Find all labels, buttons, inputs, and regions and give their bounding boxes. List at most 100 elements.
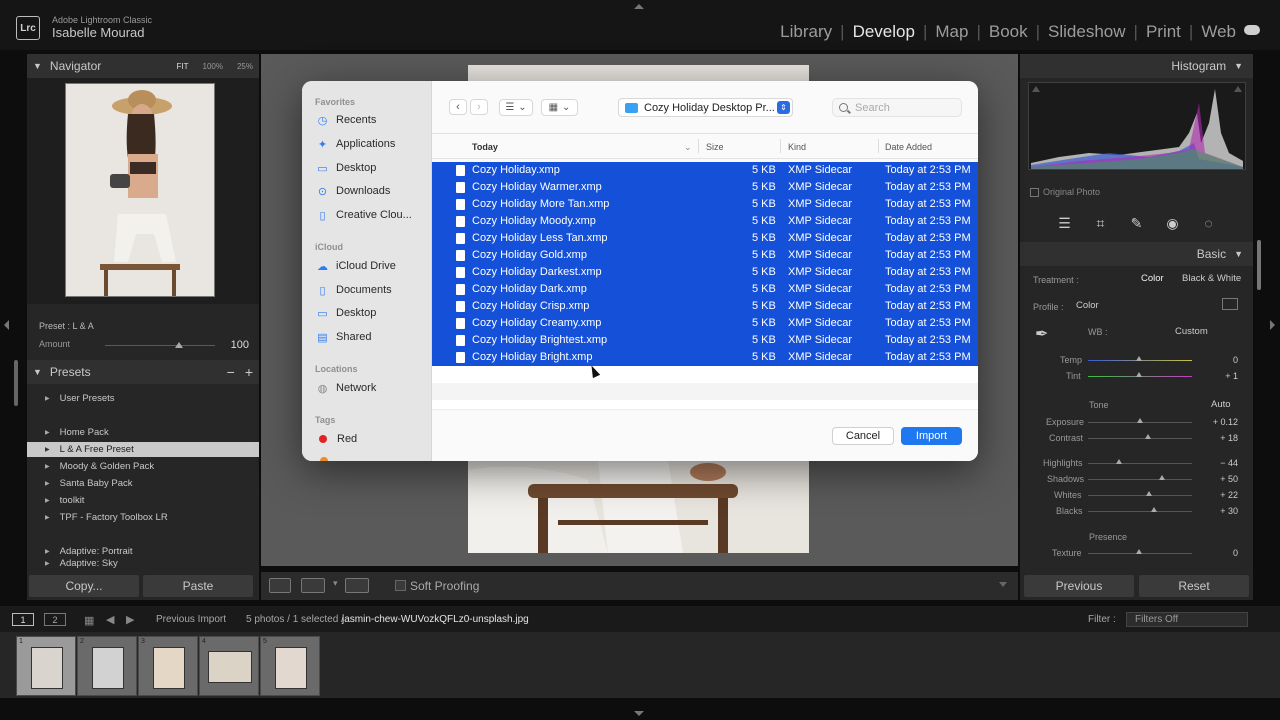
film-thumb-2[interactable]: 2 — [77, 636, 137, 696]
sidebar-item-tag-red[interactable]: Red — [316, 430, 431, 448]
shadow-clipping-icon[interactable] — [1032, 86, 1040, 92]
exposure-value[interactable]: + 0.12 — [1198, 417, 1238, 427]
presets-header[interactable]: ▼ Presets − + — [27, 360, 259, 384]
amount-slider-track[interactable] — [105, 345, 215, 346]
masking-icon[interactable]: ◌ — [1201, 215, 1217, 231]
file-row[interactable]: Cozy Holiday Gold.xmp 5 KB XMP Sidecar Toda… — [432, 247, 978, 264]
file-row[interactable]: Cozy Holiday Warmer.xmp 5 KB XMP Sidecar To… — [432, 179, 978, 196]
sidebar-item-shared[interactable]: ▤ Shared — [316, 328, 431, 346]
file-row[interactable]: Cozy Holiday Less Tan.xmp 5 KB XMP Sidecar… — [432, 230, 978, 247]
module-develop[interactable]: Develop — [845, 22, 923, 42]
chevron-down-icon[interactable]: ▾ — [333, 578, 345, 593]
tint-value[interactable]: + 1 — [1198, 371, 1238, 381]
texture-value[interactable]: 0 — [1198, 548, 1238, 558]
whites-value[interactable]: + 22 — [1198, 490, 1238, 500]
reset-button[interactable]: Reset — [1139, 575, 1249, 597]
chevron-down-icon[interactable]: ⌄ — [684, 142, 692, 153]
profile-select[interactable]: Color — [1076, 300, 1099, 311]
film-thumb-1[interactable]: 1 — [16, 636, 76, 696]
column-size[interactable]: Size — [706, 142, 724, 152]
left-panel-toggle-icon[interactable] — [4, 320, 9, 330]
module-web[interactable]: Web — [1193, 22, 1244, 42]
sidebar-item-icloud-drive[interactable]: ☁ iCloud Drive — [316, 257, 431, 275]
profile-browser-icon[interactable] — [1222, 298, 1238, 310]
film-thumb-5[interactable]: 5 — [260, 636, 320, 696]
left-scrollbar[interactable] — [14, 360, 18, 406]
healing-icon[interactable]: ✎ — [1129, 215, 1145, 231]
file-row[interactable]: Cozy Holiday Moody.xmp 5 KB XMP Sidecar Tod… — [432, 213, 978, 230]
contrast-value[interactable]: + 18 — [1198, 433, 1238, 443]
contrast-slider[interactable] — [1088, 438, 1192, 439]
blacks-value[interactable]: + 30 — [1198, 506, 1238, 516]
column-date-added[interactable]: Date Added — [885, 142, 932, 152]
blacks-slider[interactable] — [1088, 511, 1192, 512]
basic-header[interactable]: Basic ▼ — [1020, 242, 1253, 266]
shadows-slider[interactable] — [1088, 479, 1192, 480]
column-kind[interactable]: Kind — [788, 142, 806, 152]
histogram-header[interactable]: Histogram ▼ — [1020, 54, 1253, 78]
paste-button[interactable]: Paste — [143, 575, 253, 597]
module-print[interactable]: Print — [1138, 22, 1189, 42]
tint-knob[interactable] — [1136, 372, 1142, 377]
module-map[interactable]: Map — [927, 22, 976, 42]
right-panel-toggle-icon[interactable] — [1270, 320, 1275, 330]
navigator-header[interactable]: ▼ Navigator FIT 100% 25% — [27, 54, 259, 78]
module-library[interactable]: Library — [772, 22, 840, 42]
import-button[interactable]: Import — [901, 427, 962, 445]
amount-value[interactable]: 100 — [231, 339, 249, 351]
preset-group-la-free[interactable]: ▶ L & A Free Preset — [27, 442, 259, 457]
preset-group-toolkit[interactable]: ▶ toolkit — [27, 493, 259, 508]
original-photo-toggle[interactable]: Original Photo — [1030, 187, 1100, 197]
column-name[interactable]: Today — [472, 142, 498, 152]
file-row[interactable]: Cozy Holiday Creamy.xmp 5 KB XMP Sidecar To… — [432, 315, 978, 332]
filter-select[interactable]: Filters Off — [1126, 612, 1248, 627]
blacks-knob[interactable] — [1151, 507, 1157, 512]
file-row[interactable]: Cozy Holiday Crisp.xmp 5 KB XMP Sidecar Tod… — [432, 298, 978, 315]
sidebar-item-documents[interactable]: ▯ Documents — [316, 281, 431, 299]
contrast-knob[interactable] — [1145, 434, 1151, 439]
before-after-swap-button[interactable] — [345, 578, 369, 593]
second-window-button[interactable]: 2 — [44, 613, 66, 626]
forward-arrow-icon[interactable]: ▶ — [126, 613, 134, 626]
sidebar-item-network[interactable]: ◍ Network — [316, 379, 431, 397]
exposure-knob[interactable] — [1137, 418, 1143, 423]
film-thumb-4[interactable]: 4 — [199, 636, 259, 696]
treatment-bw-button[interactable]: Black & White — [1182, 273, 1241, 284]
top-panel-toggle-icon[interactable] — [634, 4, 644, 9]
texture-knob[interactable] — [1136, 549, 1142, 554]
file-row[interactable]: Cozy Holiday Bright.xmp 5 KB XMP Sidecar To… — [432, 349, 978, 366]
film-thumb-3[interactable]: 3 — [138, 636, 198, 696]
wb-select[interactable]: Custom — [1175, 326, 1208, 337]
copy-button[interactable]: Copy... — [29, 575, 139, 597]
shadows-knob[interactable] — [1159, 475, 1165, 480]
module-slideshow[interactable]: Slideshow — [1040, 22, 1134, 42]
highlights-knob[interactable] — [1116, 459, 1122, 464]
temp-knob[interactable] — [1136, 356, 1142, 361]
cloud-sync-icon[interactable] — [1244, 25, 1260, 35]
navigator-preview[interactable] — [27, 78, 259, 304]
highlight-clipping-icon[interactable] — [1234, 86, 1242, 92]
crop-icon[interactable]: ⌗ — [1093, 215, 1109, 231]
zoom-25[interactable]: 25% — [237, 62, 253, 71]
auto-tone-button[interactable]: Auto — [1211, 399, 1231, 410]
loupe-view-button[interactable] — [269, 578, 291, 593]
sidebar-item-creative-cloud[interactable]: ▯ Creative Clou... — [316, 206, 431, 224]
treatment-color-button[interactable]: Color — [1141, 273, 1164, 284]
forward-button[interactable]: › — [470, 99, 488, 115]
red-eye-icon[interactable]: ◉ — [1165, 215, 1181, 231]
sidebar-item-applications[interactable]: ✦ Applications — [316, 135, 431, 153]
amount-slider-knob[interactable] — [175, 342, 183, 348]
grid-view-button[interactable]: ▦ ⌄ — [541, 99, 578, 116]
soft-proofing-checkbox[interactable] — [395, 580, 406, 591]
list-view-button[interactable]: ☰ ⌄ — [499, 99, 533, 116]
file-row[interactable]: Cozy Holiday.xmp 5 KB XMP Sidecar Today at … — [432, 162, 978, 179]
highlights-value[interactable]: − 44 — [1198, 458, 1238, 468]
sidebar-item-icloud-desktop[interactable]: ▭ Desktop — [316, 304, 431, 322]
file-row[interactable]: Cozy Holiday More Tan.xmp 5 KB XMP Sidecar… — [432, 196, 978, 213]
before-after-button[interactable] — [301, 578, 325, 593]
preset-group-adaptive-sky[interactable]: ▶ Adaptive: Sky — [27, 558, 259, 568]
search-field[interactable]: Search — [832, 98, 962, 117]
module-book[interactable]: Book — [981, 22, 1036, 42]
file-row[interactable]: Cozy Holiday Dark.xmp 5 KB XMP Sidecar Toda… — [432, 281, 978, 298]
path-popup[interactable]: Cozy Holiday Desktop Pr... ⇕ — [618, 98, 793, 117]
